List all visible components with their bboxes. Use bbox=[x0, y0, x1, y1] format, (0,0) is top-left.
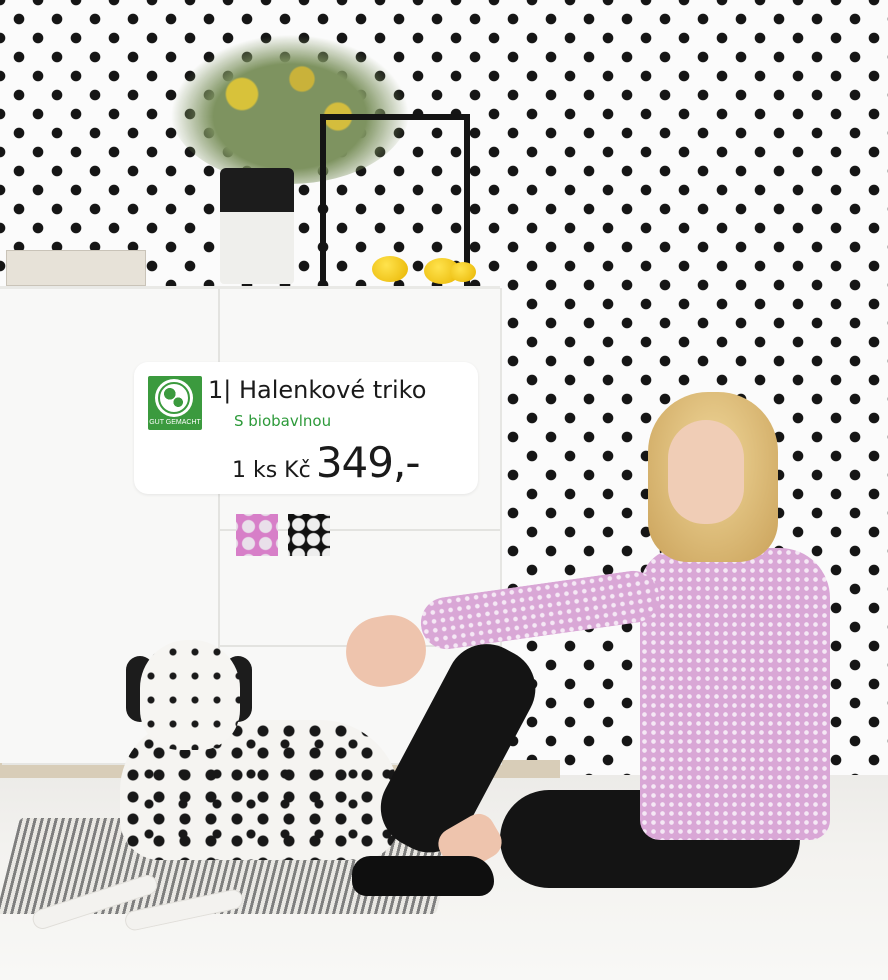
pink-dotted-top bbox=[640, 548, 830, 840]
dalmatian-head bbox=[140, 640, 240, 750]
woman-face bbox=[668, 420, 744, 524]
vase bbox=[220, 168, 294, 284]
price-card[interactable]: GUT GEMACHT 1| Halenkové triko S biobavl… bbox=[134, 362, 478, 494]
price-value: 349,- bbox=[315, 438, 421, 487]
globe-icon-detail bbox=[158, 382, 190, 414]
lemon bbox=[372, 256, 408, 282]
ballet-flat-shoe bbox=[352, 856, 494, 896]
badge-label: GUT GEMACHT bbox=[149, 419, 201, 426]
price-row: 1 ks Kč 349,- bbox=[232, 438, 421, 487]
product-title: 1| Halenkové triko bbox=[208, 376, 427, 404]
swatch-pink-dotted[interactable] bbox=[236, 514, 278, 556]
book bbox=[6, 250, 146, 286]
lemon bbox=[450, 262, 476, 282]
price-unit: 1 ks Kč bbox=[232, 458, 311, 483]
globe-icon bbox=[155, 379, 193, 417]
gut-gemacht-badge: GUT GEMACHT bbox=[148, 376, 202, 430]
swatch-black-dotted[interactable] bbox=[288, 514, 330, 556]
product-subtitle: S biobavlnou bbox=[234, 412, 332, 430]
product-photo-scene: GUT GEMACHT 1| Halenkové triko S biobavl… bbox=[0, 0, 888, 980]
